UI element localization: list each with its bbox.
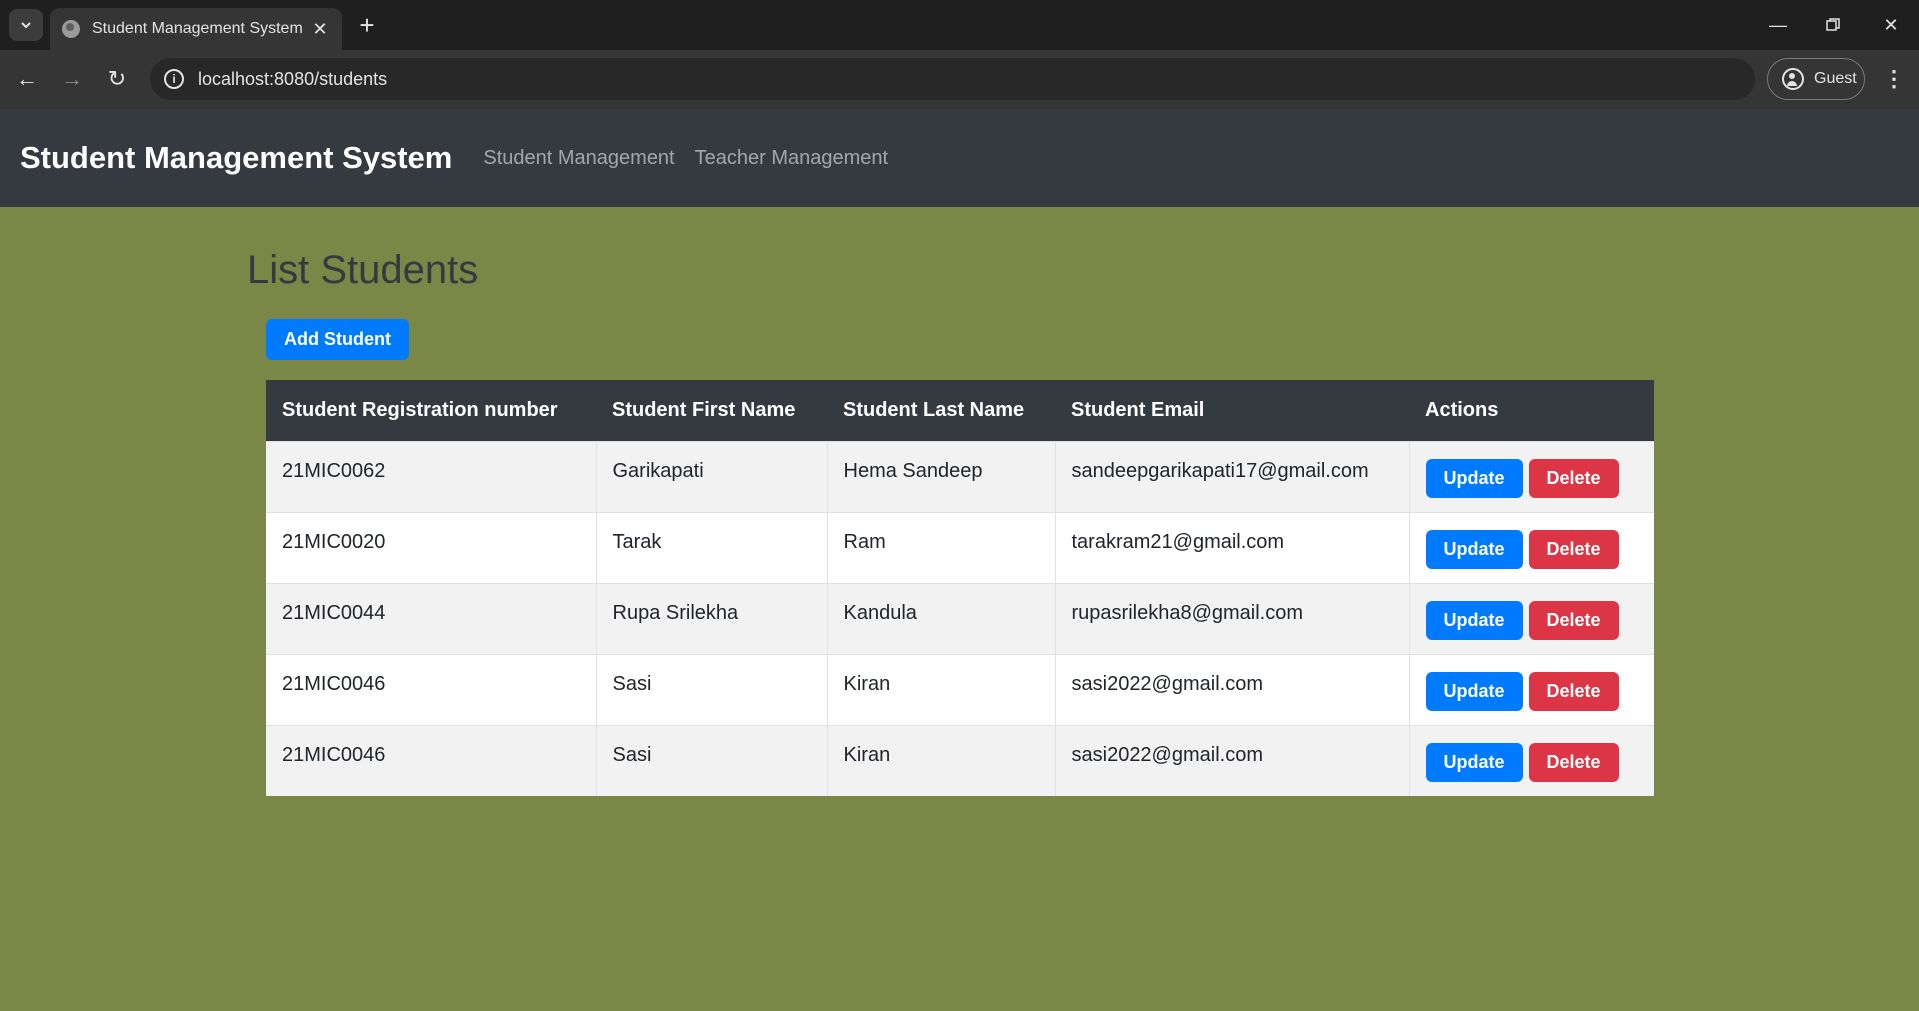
table-header-row: Student Registration number Student Firs… <box>266 380 1654 441</box>
navbar-brand[interactable]: Student Management System <box>20 140 452 176</box>
profile-icon <box>1782 68 1804 90</box>
tab-title: Student Management System <box>92 20 303 37</box>
delete-button[interactable]: Delete <box>1528 672 1619 711</box>
cell-last-name: Kiran <box>826 724 1055 796</box>
cell-email: sasi2022@gmail.com <box>1054 653 1409 725</box>
address-bar[interactable]: i localhost:8080/students <box>150 58 1755 100</box>
cell-registration: 21MIC0046 <box>266 653 596 725</box>
cell-actions: Update Delete <box>1408 511 1654 583</box>
table-row: 21MIC0044 Rupa Srilekha Kandula rupasril… <box>266 582 1654 654</box>
cell-last-name: Kandula <box>826 582 1055 654</box>
cell-first-name: Tarak <box>595 511 827 583</box>
cell-actions: Update Delete <box>1408 582 1654 654</box>
tab-search-button[interactable] <box>9 9 43 41</box>
table-row: 21MIC0062 Garikapati Hema Sandeep sandee… <box>266 440 1654 512</box>
delete-button[interactable]: Delete <box>1528 743 1619 783</box>
cell-email: sasi2022@gmail.com <box>1054 724 1409 796</box>
update-button[interactable]: Update <box>1425 459 1523 498</box>
update-button[interactable]: Update <box>1425 672 1523 711</box>
page-title: List Students <box>247 248 479 292</box>
cell-registration: 21MIC0046 <box>266 724 596 796</box>
cell-actions: Update Delete <box>1408 724 1654 796</box>
site-info-icon[interactable]: i <box>164 69 184 89</box>
profile-button[interactable]: Guest <box>1767 58 1865 100</box>
cell-last-name: Ram <box>826 511 1055 583</box>
cell-email: tarakram21@gmail.com <box>1054 511 1409 583</box>
cell-first-name: Garikapati <box>595 440 827 512</box>
column-header-first-name: Student First Name <box>612 398 796 421</box>
browser-toolbar: ← → ↻ i localhost:8080/students Guest ⋮ <box>0 50 1919 109</box>
cell-last-name: Hema Sandeep <box>826 440 1055 512</box>
cell-actions: Update Delete <box>1408 440 1654 512</box>
cell-registration: 21MIC0044 <box>266 582 596 654</box>
globe-icon <box>62 20 80 38</box>
close-window-icon[interactable]: ✕ <box>1873 8 1909 42</box>
chevron-down-icon <box>21 22 31 29</box>
column-header-registration: Student Registration number <box>282 398 558 421</box>
cell-actions: Update Delete <box>1408 653 1654 725</box>
table-row: 21MIC0046 Sasi Kiran sasi2022@gmail.com … <box>266 653 1654 725</box>
cell-registration: 21MIC0062 <box>266 440 596 512</box>
restore-icon[interactable] <box>1815 8 1851 42</box>
forward-arrow-icon[interactable]: → <box>55 62 89 96</box>
delete-button[interactable]: Delete <box>1528 459 1619 498</box>
delete-button[interactable]: Delete <box>1528 530 1619 569</box>
update-button[interactable]: Update <box>1425 743 1523 783</box>
cell-first-name: Sasi <box>595 653 827 725</box>
close-tab-icon[interactable]: ✕ <box>310 19 330 40</box>
column-header-actions: Actions <box>1425 398 1499 421</box>
column-header-email: Student Email <box>1071 398 1205 421</box>
add-student-button[interactable]: Add Student <box>266 319 409 360</box>
browser-tab-strip: Student Management System ✕ + — ✕ <box>0 0 1919 50</box>
cell-email: rupasrilekha8@gmail.com <box>1054 582 1409 654</box>
cell-email: sandeepgarikapati17@gmail.com <box>1054 440 1409 512</box>
new-tab-button[interactable]: + <box>352 10 382 40</box>
browser-tab[interactable]: Student Management System ✕ <box>50 8 342 50</box>
delete-button[interactable]: Delete <box>1528 601 1619 640</box>
update-button[interactable]: Update <box>1425 601 1523 640</box>
cell-registration: 21MIC0020 <box>266 511 596 583</box>
cell-last-name: Kiran <box>826 653 1055 725</box>
app-navbar: Student Management System Student Manage… <box>0 109 1919 207</box>
url-text: localhost:8080/students <box>198 68 388 89</box>
reload-icon[interactable]: ↻ <box>100 62 134 96</box>
minimize-icon[interactable]: — <box>1760 8 1796 42</box>
update-button[interactable]: Update <box>1425 530 1523 569</box>
cell-first-name: Sasi <box>595 724 827 796</box>
table-row: 21MIC0020 Tarak Ram tarakram21@gmail.com… <box>266 511 1654 583</box>
table-row: 21MIC0046 Sasi Kiran sasi2022@gmail.com … <box>266 724 1654 796</box>
nav-link-teacher-management[interactable]: Teacher Management <box>695 147 888 170</box>
main-content: List Students Add Student Student Regist… <box>247 207 1671 796</box>
students-table: Student Registration number Student Firs… <box>266 380 1654 796</box>
column-header-last-name: Student Last Name <box>843 398 1025 421</box>
nav-link-student-management[interactable]: Student Management <box>483 147 674 170</box>
back-arrow-icon[interactable]: ← <box>10 62 44 96</box>
more-menu-icon[interactable]: ⋮ <box>1880 62 1908 96</box>
profile-label: Guest <box>1814 70 1857 87</box>
cell-first-name: Rupa Srilekha <box>595 582 827 654</box>
